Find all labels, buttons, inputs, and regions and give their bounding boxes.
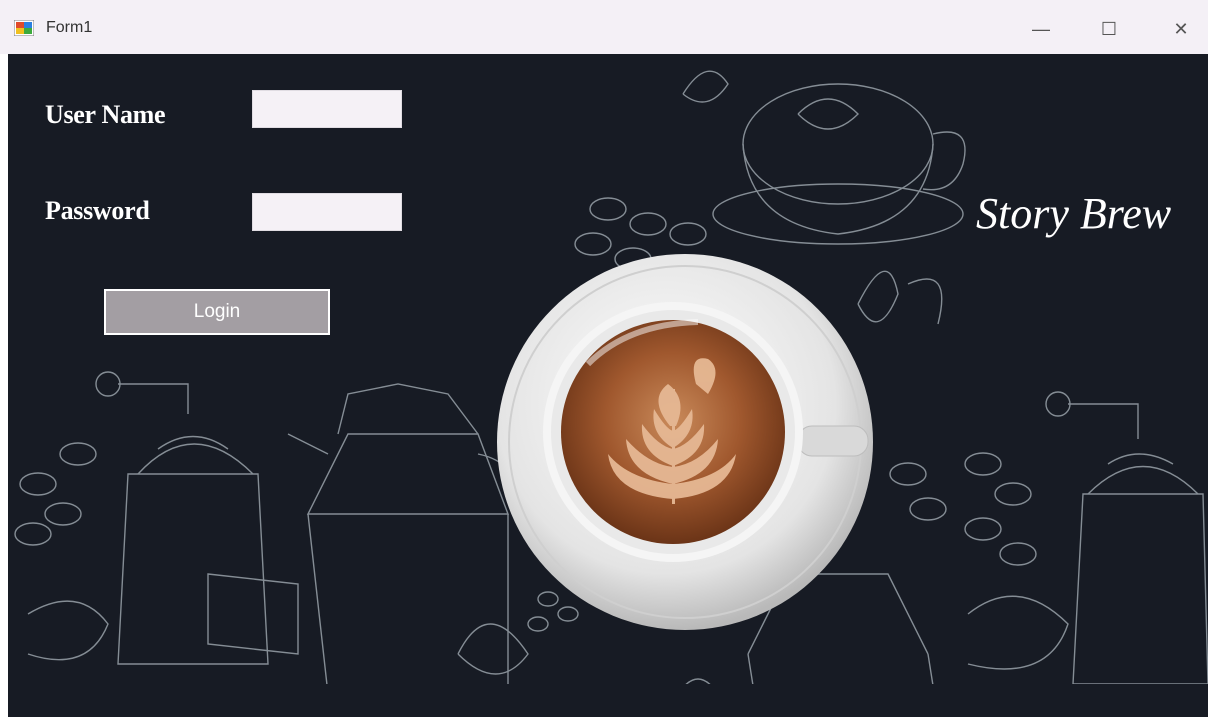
coffee-sketch-background (14, 70, 1208, 684)
form-bottom-area (8, 684, 1208, 717)
maximize-icon: ☐ (1100, 18, 1118, 39)
app-icon (14, 20, 34, 36)
minimize-icon: — (1032, 18, 1050, 39)
coffee-cup-image (497, 254, 873, 630)
password-input[interactable] (252, 193, 402, 231)
username-label: User Name (45, 100, 166, 129)
login-form: User Name Password Login Story Brew (8, 54, 1208, 684)
password-label: Password (45, 196, 150, 225)
close-button[interactable]: ✕ (1158, 12, 1204, 46)
window-border (0, 54, 8, 717)
username-input[interactable] (252, 90, 402, 128)
app-window: Form1 — ☐ ✕ User Name Password Login Sto… (0, 0, 1208, 717)
window-title: Form1 (46, 19, 93, 36)
login-button[interactable]: Login (104, 289, 330, 335)
minimize-button[interactable]: — (1018, 12, 1064, 46)
close-icon: ✕ (1173, 18, 1189, 39)
title-bar[interactable]: Form1 — ☐ ✕ (0, 0, 1208, 54)
brand-title: Story Brew (976, 189, 1172, 238)
maximize-button[interactable]: ☐ (1086, 12, 1132, 46)
